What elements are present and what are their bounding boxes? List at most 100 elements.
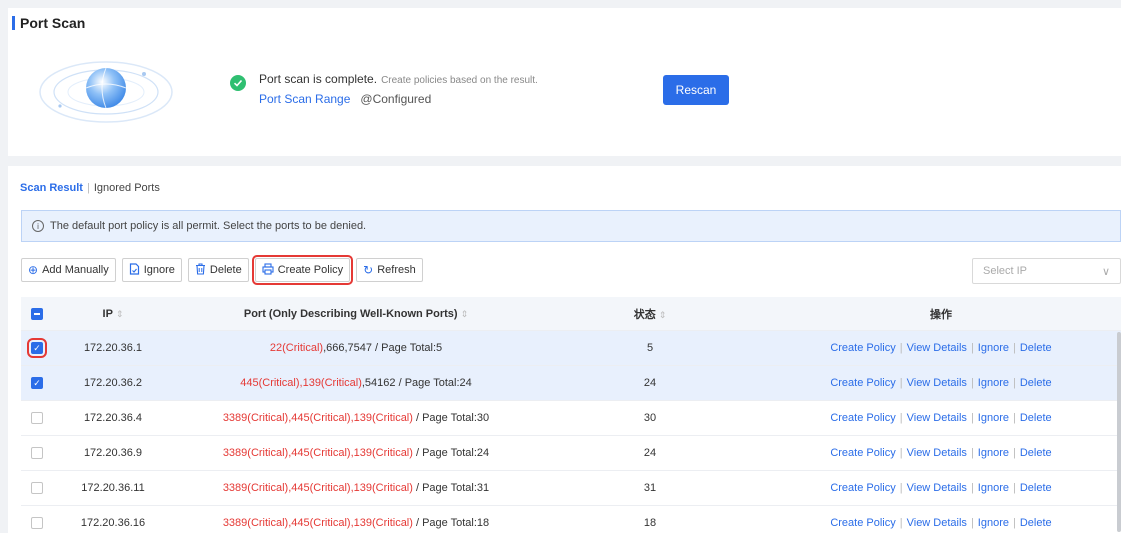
- port-summary: / Page Total:24: [412, 447, 490, 459]
- result-tabs: Scan Result | Ignored Ports: [20, 182, 160, 194]
- row-view-details-link[interactable]: View Details: [907, 377, 967, 389]
- row-ip: 172.20.36.9: [83, 447, 143, 459]
- op-separator: |: [1013, 377, 1016, 389]
- scan-result-table: IP ⇕ Port (Only Describing Well-Known Por…: [21, 297, 1121, 533]
- row-checkbox[interactable]: [31, 412, 43, 424]
- row-ignore-link[interactable]: Ignore: [978, 517, 1009, 529]
- create-policy-button[interactable]: Create Policy: [251, 255, 354, 285]
- status-sub-text: Create policies based on the result.: [381, 75, 538, 86]
- notice-text: The default port policy is all permit. S…: [50, 220, 367, 232]
- row-delete-link[interactable]: Delete: [1020, 447, 1052, 459]
- row-checkbox[interactable]: [31, 447, 43, 459]
- row-view-details-link[interactable]: View Details: [907, 517, 967, 529]
- status-main-text: Port scan is complete.: [259, 72, 378, 86]
- ignore-button[interactable]: Ignore: [121, 258, 182, 282]
- row-ip: 172.20.36.1: [83, 342, 143, 354]
- row-create-policy-link[interactable]: Create Policy: [830, 342, 895, 354]
- row-delete-link[interactable]: Delete: [1020, 517, 1052, 529]
- row-create-policy-link[interactable]: Create Policy: [830, 377, 895, 389]
- critical-ports: 3389(Critical),445(Critical),139(Critica…: [222, 517, 413, 529]
- table-row: 172.20.36.16 3389(Critical),445(Critical)…: [21, 506, 1121, 533]
- row-state: 18: [643, 517, 657, 529]
- row-checkbox[interactable]: [31, 482, 43, 494]
- op-separator: |: [1013, 517, 1016, 529]
- op-separator: |: [970, 447, 974, 459]
- row-state: 24: [643, 377, 657, 389]
- row-checkbox[interactable]: [31, 517, 43, 529]
- row-ignore-link[interactable]: Ignore: [978, 412, 1009, 424]
- row-view-details-link[interactable]: View Details: [907, 342, 967, 354]
- row-ports: 22(Critical),666,7547 / Page Total:5: [173, 342, 539, 354]
- row-ignore-link[interactable]: Ignore: [978, 447, 1009, 459]
- row-checkbox[interactable]: ✓: [27, 338, 47, 358]
- op-separator: |: [970, 482, 974, 494]
- row-ip: 172.20.36.16: [80, 517, 146, 529]
- refresh-button[interactable]: ↻ Refresh: [356, 258, 423, 282]
- row-ports: 3389(Critical),445(Critical),139(Critica…: [173, 517, 539, 529]
- row-ignore-link[interactable]: Ignore: [978, 482, 1009, 494]
- table-row: 172.20.36.9 3389(Critical),445(Critical),…: [21, 436, 1121, 471]
- op-separator: |: [899, 377, 903, 389]
- op-separator: |: [970, 412, 974, 424]
- row-ignore-link[interactable]: Ignore: [978, 377, 1009, 389]
- row-ip: 172.20.36.4: [83, 412, 143, 424]
- row-checkbox[interactable]: ✓: [31, 377, 43, 389]
- row-ports: 3389(Critical),445(Critical),139(Critica…: [173, 447, 539, 459]
- column-header-ip[interactable]: IP ⇕: [53, 308, 173, 320]
- table-scrollbar[interactable]: [1117, 332, 1121, 532]
- select-ip-dropdown[interactable]: Select IP ∨: [972, 258, 1121, 284]
- select-all-checkbox[interactable]: [31, 307, 43, 320]
- row-create-policy-link[interactable]: Create Policy: [830, 412, 895, 424]
- info-notice: i The default port policy is all permit.…: [21, 210, 1121, 242]
- row-view-details-link[interactable]: View Details: [907, 412, 967, 424]
- add-manually-button[interactable]: ⊕ Add Manually: [21, 258, 116, 282]
- delete-button[interactable]: Delete: [187, 258, 249, 282]
- sort-icon: ⇕: [658, 309, 667, 320]
- row-create-policy-link[interactable]: Create Policy: [830, 517, 895, 529]
- table-row: 172.20.36.11 3389(Critical),445(Critical)…: [21, 471, 1121, 506]
- row-delete-link[interactable]: Delete: [1020, 412, 1052, 424]
- op-separator: |: [899, 517, 903, 529]
- page-header: Port Scan: [8, 8, 1121, 38]
- select-ip-placeholder: Select IP: [983, 265, 1028, 277]
- column-header-state[interactable]: 状态 ⇕: [539, 306, 761, 322]
- op-separator: |: [899, 412, 903, 424]
- op-separator: |: [1013, 412, 1016, 424]
- row-ip: 172.20.36.2: [83, 377, 143, 389]
- create-policy-label: Create Policy: [277, 264, 344, 276]
- rescan-button[interactable]: Rescan: [663, 75, 729, 105]
- port-summary: / Page Total:31: [412, 482, 490, 494]
- op-separator: |: [899, 447, 903, 459]
- row-ports: 3389(Critical),445(Critical),139(Critica…: [173, 482, 539, 494]
- row-create-policy-link[interactable]: Create Policy: [830, 482, 895, 494]
- row-ports: 3389(Critical),445(Critical),139(Critica…: [173, 412, 539, 424]
- table-row: ✓ 172.20.36.1 22(Critical),666,7547 / Page…: [21, 331, 1121, 366]
- op-separator: |: [1013, 482, 1016, 494]
- table-header-row: IP ⇕ Port (Only Describing Well-Known Por…: [21, 297, 1121, 331]
- table-body: ✓ 172.20.36.1 22(Critical),666,7547 / Page…: [21, 331, 1121, 533]
- row-ports: 445(Critical),139(Critical),54162 / Page…: [173, 377, 539, 389]
- row-delete-link[interactable]: Delete: [1020, 342, 1052, 354]
- op-separator: |: [899, 342, 903, 354]
- op-separator: |: [970, 342, 974, 354]
- refresh-icon: ↻: [363, 263, 374, 277]
- tab-scan-result[interactable]: Scan Result: [20, 182, 83, 194]
- row-ignore-link[interactable]: Ignore: [978, 342, 1009, 354]
- row-delete-link[interactable]: Delete: [1020, 377, 1052, 389]
- column-header-port[interactable]: Port (Only Describing Well-Known Ports) ⇕: [173, 308, 539, 320]
- port-summary: / Page Total:30: [412, 412, 490, 424]
- success-check-icon: [230, 75, 246, 91]
- toolbar: ⊕ Add Manually Ignore Delete Create Poli…: [21, 255, 423, 285]
- trash-icon: [195, 262, 206, 278]
- row-operations: Create Policy | View Details | Ignore | Delete: [761, 412, 1121, 424]
- row-view-details-link[interactable]: View Details: [907, 482, 967, 494]
- tab-ignored-ports[interactable]: Ignored Ports: [94, 182, 160, 194]
- port-scan-range-link[interactable]: Port Scan Range: [259, 92, 350, 106]
- row-create-policy-link[interactable]: Create Policy: [830, 447, 895, 459]
- row-view-details-link[interactable]: View Details: [907, 447, 967, 459]
- globe-illustration-icon: [39, 61, 173, 123]
- critical-ports: 3389(Critical),445(Critical),139(Critica…: [222, 412, 413, 424]
- row-delete-link[interactable]: Delete: [1020, 482, 1052, 494]
- printer-icon: [262, 262, 274, 278]
- row-operations: Create Policy | View Details | Ignore | Delete: [761, 447, 1121, 459]
